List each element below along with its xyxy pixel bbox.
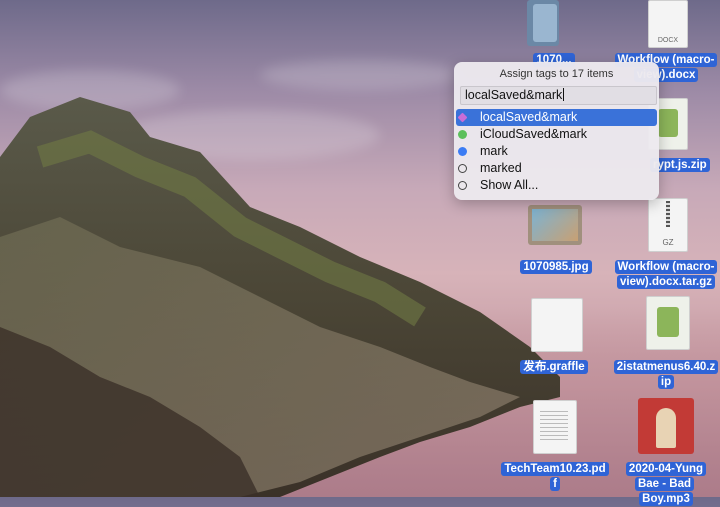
tag-input-value: localSaved&mark [465, 88, 563, 102]
blue-tag-dot-icon [458, 147, 467, 156]
file-label[interactable]: TechTeam10.23.pd f [500, 462, 610, 492]
purple-tag-dot-icon [457, 112, 468, 123]
mp3-file-icon[interactable] [638, 398, 694, 454]
tag-option-mark[interactable]: mark [456, 143, 657, 160]
archive-glyph [657, 307, 679, 337]
tag-option-icloudsaved-mark[interactable]: iCloudSaved&mark [456, 126, 657, 143]
file-label[interactable]: rypt.js.zip [650, 158, 720, 173]
file-label[interactable]: 2istatmenus6.40.z ip [612, 360, 720, 390]
zipper-glyph [666, 201, 670, 227]
file-label[interactable]: 1070985.jpg [510, 260, 602, 275]
file-label[interactable]: 发布.graffle [508, 360, 600, 375]
photo-preview [532, 209, 578, 241]
empty-tag-circle-icon [458, 181, 467, 190]
tag-option-marked[interactable]: marked [456, 160, 657, 177]
text-caret [563, 88, 565, 101]
pdf-file-icon[interactable] [533, 400, 577, 454]
archive-glyph [658, 109, 678, 137]
green-tag-dot-icon [458, 130, 467, 139]
tag-input-field[interactable]: localSaved&mark [460, 86, 657, 105]
tag-option-show-all[interactable]: Show All... [456, 177, 657, 194]
doc-badge: DOCX [657, 37, 679, 44]
pdf-lines [540, 411, 568, 441]
image-file-icon[interactable] [528, 205, 582, 245]
gz-archive-icon[interactable]: GZ [648, 198, 688, 252]
tag-suggestion-list: localSaved&mark iCloudSaved&mark mark ma… [456, 109, 657, 194]
file-label[interactable]: 2020-04-Yung Bae - Bad Boy.mp3 [612, 462, 720, 507]
graffle-file-icon[interactable] [531, 298, 583, 352]
zip-archive-icon[interactable] [646, 296, 690, 350]
album-art [656, 408, 676, 448]
tag-option-localsaved-mark[interactable]: localSaved&mark [456, 109, 657, 126]
image-file-icon [533, 4, 557, 42]
empty-tag-circle-icon [458, 164, 467, 173]
assign-tags-popover: Assign tags to 17 items localSaved&mark … [454, 62, 659, 200]
docx-file-icon[interactable]: DOCX [648, 0, 688, 48]
cloud [260, 60, 460, 90]
popover-title: Assign tags to 17 items [499, 68, 614, 80]
doc-badge: GZ [662, 238, 674, 247]
file-label[interactable]: Workflow (macro-view).docx.tar.gz [612, 260, 720, 290]
